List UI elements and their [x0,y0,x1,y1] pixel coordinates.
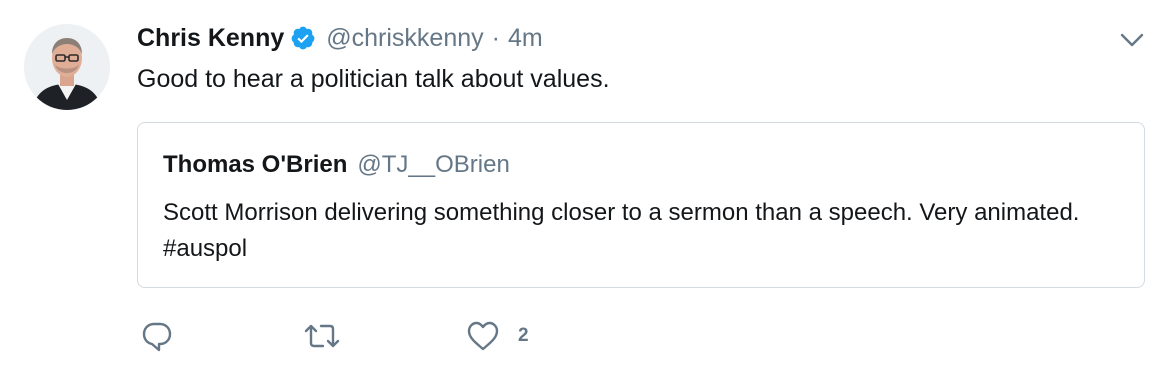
quoted-text: Scott Morrison delivering something clos… [163,199,1080,262]
tweet: Chris Kenny @chriskkenny · 4m Good to he… [0,0,1168,370]
chevron-down-icon[interactable] [1118,28,1146,52]
like-count: 2 [518,325,529,346]
reply-button[interactable] [140,319,176,353]
tweet-actions: 2 [140,318,529,354]
separator-dot: · [491,23,500,52]
quoted-header: Thomas O'Brien @TJ__OBrien [163,151,510,179]
heart-icon [466,320,500,352]
like-button[interactable]: 2 [466,320,529,352]
retweet-icon [303,319,341,353]
verified-badge-icon [290,25,316,51]
quoted-tweet[interactable]: Thomas O'Brien @TJ__OBrien Scott Morriso… [137,122,1145,288]
tweet-text: Good to hear a politician talk about val… [137,65,610,93]
reply-icon [140,319,174,353]
timestamp[interactable]: 4m [508,24,543,53]
retweet-button[interactable] [303,319,341,353]
avatar[interactable] [24,24,110,110]
tweet-header: Chris Kenny @chriskkenny · 4m [137,20,543,56]
author-handle[interactable]: @chriskkenny [326,24,483,53]
author-name[interactable]: Chris Kenny [137,24,284,53]
quoted-author-name: Thomas O'Brien [163,151,348,178]
quoted-author-handle: @TJ__OBrien [357,151,510,178]
